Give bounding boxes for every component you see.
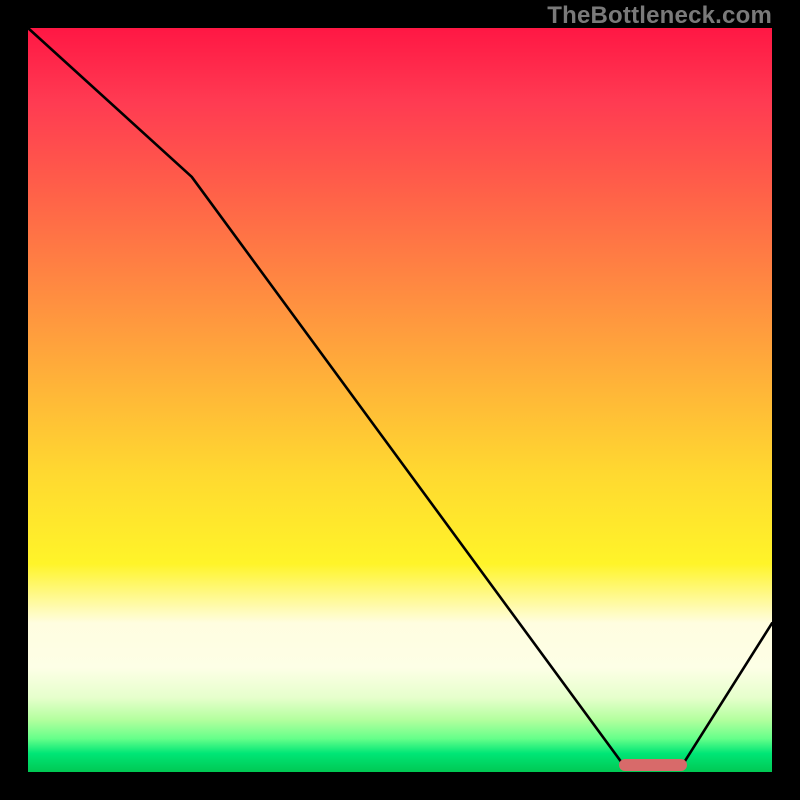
plot-area xyxy=(28,28,772,772)
optimal-range-marker xyxy=(619,759,687,771)
watermark-text: TheBottleneck.com xyxy=(547,2,772,30)
bottleneck-curve xyxy=(28,28,772,772)
chart-frame: TheBottleneck.com xyxy=(0,0,800,800)
